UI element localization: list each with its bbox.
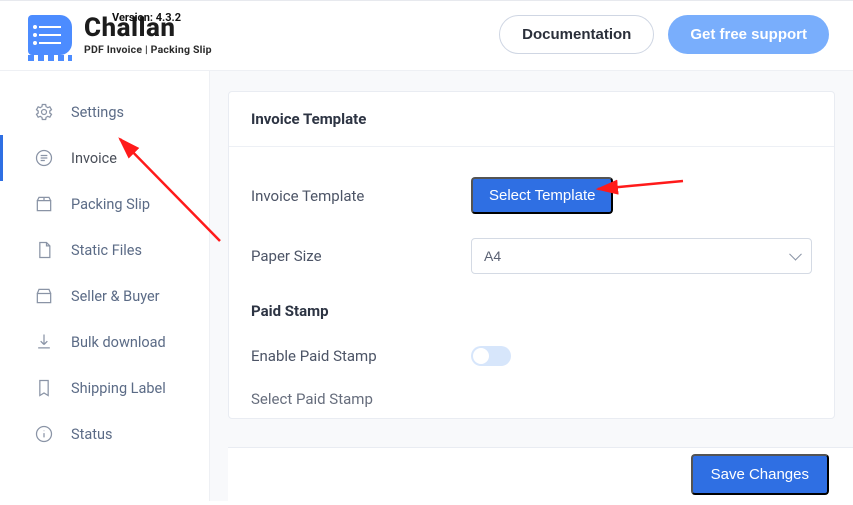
- enable-paid-stamp-label: Enable Paid Stamp: [251, 347, 471, 365]
- sidebar-item-seller-buyer[interactable]: Seller & Buyer: [0, 273, 209, 319]
- sidebar-item-label: Shipping Label: [71, 380, 166, 397]
- section-title: Invoice Template: [229, 92, 834, 147]
- invoice-template-label: Invoice Template: [251, 187, 471, 205]
- select-paid-stamp-label: Select Paid Stamp: [251, 390, 471, 408]
- documentation-button[interactable]: Documentation: [499, 15, 654, 54]
- receipt-icon: [33, 147, 55, 169]
- sidebar-item-label: Static Files: [71, 242, 142, 259]
- sidebar-item-label: Bulk download: [71, 334, 166, 351]
- sidebar-item-shipping-label[interactable]: Shipping Label: [0, 365, 209, 411]
- get-support-button[interactable]: Get free support: [668, 15, 829, 54]
- sidebar-item-label: Seller & Buyer: [71, 288, 160, 305]
- logo-icon: [28, 15, 72, 55]
- paper-size-label: Paper Size: [251, 247, 471, 265]
- brand-tagline: PDF Invoice | Packing Slip: [84, 43, 212, 56]
- store-icon: [33, 285, 55, 307]
- settings-panel: Invoice Template Invoice Template Select…: [228, 91, 835, 419]
- sidebar-item-label: Settings: [71, 104, 124, 121]
- paper-size-select[interactable]: A4: [471, 238, 812, 274]
- sidebar-item-static-files[interactable]: Static Files: [0, 227, 209, 273]
- sidebar: Settings Invoice Packing Slip Static Fil…: [0, 71, 210, 501]
- paid-stamp-section-title: Paid Stamp: [251, 286, 812, 326]
- download-icon: [33, 331, 55, 353]
- box-icon: [33, 193, 55, 215]
- sidebar-item-status[interactable]: Status: [0, 411, 209, 457]
- sidebar-item-label: Status: [71, 426, 112, 443]
- sidebar-item-label: Invoice: [71, 150, 117, 167]
- file-icon: [33, 239, 55, 261]
- sidebar-item-bulk-download[interactable]: Bulk download: [0, 319, 209, 365]
- sidebar-item-packing-slip[interactable]: Packing Slip: [0, 181, 209, 227]
- footer-bar: Save Changes: [228, 447, 853, 501]
- save-changes-button[interactable]: Save Changes: [691, 454, 829, 495]
- version-label: Version: 4.3.2: [112, 11, 181, 24]
- gear-icon: [33, 101, 55, 123]
- sidebar-item-label: Packing Slip: [71, 196, 150, 213]
- label-icon: [33, 377, 55, 399]
- info-icon: [33, 423, 55, 445]
- enable-paid-stamp-toggle[interactable]: [471, 346, 511, 366]
- select-template-button[interactable]: Select Template: [471, 177, 613, 214]
- sidebar-item-settings[interactable]: Settings: [0, 89, 209, 135]
- sidebar-item-invoice[interactable]: Invoice: [0, 135, 209, 181]
